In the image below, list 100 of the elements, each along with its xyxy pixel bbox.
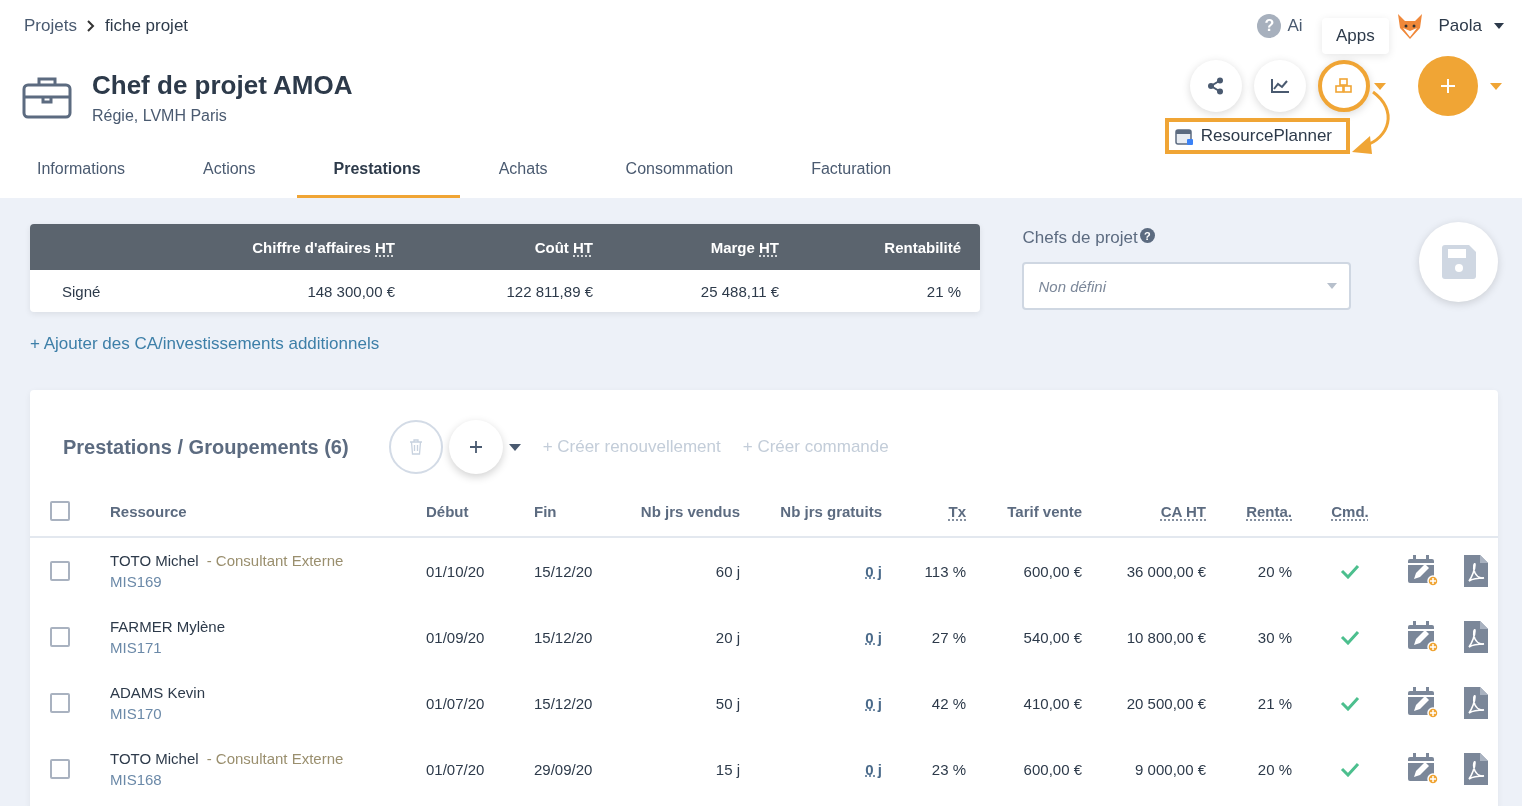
table-cell: 01/07/20 (426, 694, 485, 712)
column-header: Nb jrs vendus (640, 502, 740, 520)
table-cell: 113 % (924, 562, 966, 580)
column-header: Cmd. (1331, 502, 1369, 520)
table-cell: 30 % (1257, 628, 1292, 646)
free-days-link[interactable]: 0 j (865, 628, 882, 646)
card-title: Prestations / Groupements (6) (63, 435, 349, 459)
breadcrumb-link[interactable]: Projets (24, 16, 77, 36)
table-cell-text: 148 300,00 € (306, 282, 395, 300)
table-cell: 600,00 € (1023, 562, 1082, 580)
caret-icon[interactable] (508, 443, 521, 451)
table-cell: 23 % (931, 760, 966, 778)
share-button[interactable] (1190, 60, 1242, 112)
resource-name: TOTO Michel (110, 750, 199, 767)
column-header: Renta. (1246, 502, 1292, 520)
project-subtitle: Régie, LVMH Paris (92, 106, 228, 125)
add-link[interactable]: + Ajouter des CA/investissements additionnels (30, 334, 380, 354)
pdf-icon[interactable] (1464, 555, 1488, 587)
mission-code[interactable]: MIS171 (110, 639, 426, 656)
column-header: Fin (534, 502, 557, 520)
calendar-edit-icon[interactable] (1408, 687, 1438, 719)
table-cell: 20 % (1257, 760, 1292, 778)
table-cell: 60 j (715, 562, 740, 580)
chevron-icon (86, 20, 95, 32)
user-name[interactable]: Paola (1438, 16, 1482, 36)
plus-icon (1440, 78, 1456, 94)
table-cell: 15/12/20 (534, 694, 593, 712)
mission-code[interactable]: MIS169 (110, 573, 426, 590)
table-cell-text: 25 488,11 € (699, 282, 779, 300)
checkbox[interactable] (50, 501, 70, 521)
table-cell: 50 j (715, 694, 740, 712)
trash-icon (408, 439, 423, 455)
checkbox[interactable] (50, 759, 70, 779)
column-header: Marge HT (709, 238, 779, 256)
tab[interactable]: Achats (461, 142, 587, 198)
table-cell-text: 122 811,89 € (505, 282, 593, 300)
tab[interactable]: Actions (166, 142, 295, 198)
calendar-edit-icon[interactable] (1408, 753, 1438, 785)
column-header: Tarif vente (1007, 502, 1082, 520)
table-cell: 9 000,00 € (1135, 760, 1206, 778)
free-days-link[interactable]: 0 j (865, 694, 882, 712)
row-label: Signé (61, 282, 102, 300)
caret-icon (1327, 283, 1338, 289)
resource-role: - Consultant Externe (206, 750, 344, 767)
free-days-link[interactable]: 0 j (865, 760, 882, 778)
caret-icon[interactable] (1494, 23, 1504, 29)
table-cell: 410,00 € (1023, 694, 1082, 712)
share-icon (1207, 77, 1225, 95)
help-link[interactable]: Ai (1287, 16, 1303, 36)
table-cell: 21 % (1257, 694, 1292, 712)
apps-tooltip: Apps (1322, 18, 1389, 54)
free-days-link[interactable]: 0 j (865, 562, 882, 580)
column-header: Rentabilité (883, 238, 961, 256)
column-header: Nb jrs gratuits (780, 502, 882, 520)
table-cell: 15/12/20 (534, 562, 593, 580)
calendar-edit-icon[interactable] (1408, 621, 1438, 653)
checkbox[interactable] (50, 627, 70, 647)
tab[interactable]: Prestations (296, 142, 460, 198)
table-cell: 01/10/20 (426, 562, 485, 580)
table-cell: 01/09/20 (426, 628, 485, 646)
tab[interactable]: Consommation (588, 142, 773, 198)
table-cell: 36 000,00 € (1126, 562, 1206, 580)
pdf-icon[interactable] (1464, 687, 1488, 719)
tab[interactable]: Facturation (774, 142, 931, 198)
table-cell: 540,00 € (1023, 628, 1082, 646)
project-manager-select[interactable]: Non défini (1022, 262, 1352, 310)
briefcase-icon (22, 75, 72, 119)
checkbox[interactable] (50, 693, 70, 713)
column-header: Chiffre d'affaires HT (251, 238, 395, 256)
mission-code[interactable]: MIS168 (110, 771, 426, 788)
table-cell: 20 j (715, 628, 740, 646)
resourceplanner-menu-item[interactable]: ResourcePlanner (1164, 118, 1350, 154)
help-icon[interactable]: ? (1139, 228, 1155, 243)
table-cell: 10 800,00 € (1126, 628, 1206, 646)
column-header: Coût HT (533, 238, 593, 256)
column-header: Début (426, 502, 469, 520)
table-cell: 15/12/20 (534, 628, 593, 646)
checkbox[interactable] (50, 561, 70, 581)
calendar-edit-icon[interactable] (1408, 555, 1438, 587)
resource-name: ADAMS Kevin (110, 684, 206, 701)
table-cell: 01/07/20 (426, 760, 485, 778)
add-button[interactable] (1418, 56, 1478, 116)
apps-button[interactable] (1318, 60, 1370, 112)
calendar-icon (1174, 127, 1193, 145)
pdf-icon[interactable] (1464, 621, 1488, 653)
table-cell: 29/09/20 (534, 760, 593, 778)
cubes-icon (1334, 78, 1354, 94)
resource-name: FARMER Mylène (110, 618, 226, 635)
project-title: Chef de projet AMOA (92, 69, 353, 101)
chart-button[interactable] (1254, 60, 1306, 112)
resource-name: TOTO Michel (110, 552, 199, 569)
mission-code[interactable]: MIS170 (110, 705, 426, 722)
table-cell-text: 21 % (925, 282, 961, 300)
pdf-icon[interactable] (1464, 753, 1488, 785)
tab[interactable]: Informations (0, 142, 165, 198)
table-cell: 20 % (1257, 562, 1292, 580)
table-cell: 42 % (931, 694, 966, 712)
column-header: Ressource (110, 502, 188, 520)
plus-icon (468, 440, 483, 454)
resource-role: - Consultant Externe (206, 552, 344, 569)
